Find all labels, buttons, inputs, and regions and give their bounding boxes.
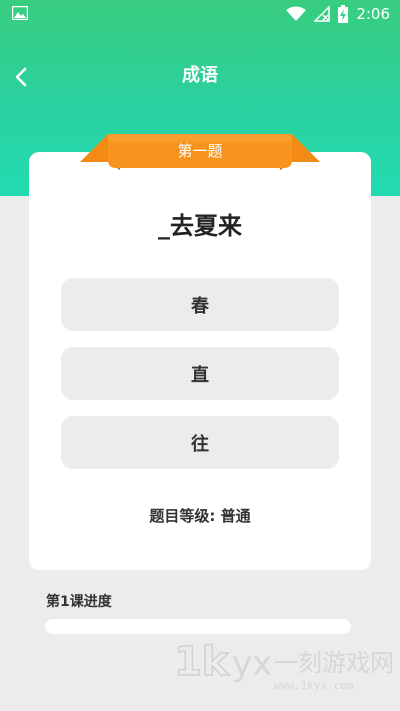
option-button-3[interactable]: 往 (61, 416, 339, 469)
watermark-url: www.1kyx.com (274, 679, 354, 692)
question-number-badge: 第一题 (177, 142, 223, 160)
svg-text:1k: 1k (174, 639, 230, 685)
option-button-1[interactable]: 春 (61, 278, 339, 331)
lesson-progress-label: 第1课进度 (46, 594, 112, 610)
lesson-progress-bar (45, 619, 351, 634)
svg-text:一刻游戏网: 一刻游戏网 (274, 649, 394, 677)
image-notification-icon (12, 6, 28, 20)
screen: 2:06 成语 第一题 _去夏来 春 直 往 题目等级: 普通 第1课进度 1k… (0, 0, 400, 711)
option-button-2[interactable]: 直 (61, 347, 339, 400)
svg-text:yx: yx (232, 644, 272, 684)
status-time: 2:06 (356, 5, 390, 23)
page-title: 成语 (182, 65, 218, 86)
idiom-question: _去夏来 (158, 212, 242, 240)
status-bar: 2:06 (0, 0, 400, 28)
site-watermark-logo: 1k yx 一刻游戏网 www.1kyx.com (174, 638, 394, 692)
wifi-icon (286, 6, 307, 21)
question-level: 题目等级: 普通 (149, 507, 251, 525)
no-signal-icon (314, 6, 331, 22)
status-icons: 2:06 (286, 4, 390, 24)
battery-charging-icon (338, 5, 349, 23)
